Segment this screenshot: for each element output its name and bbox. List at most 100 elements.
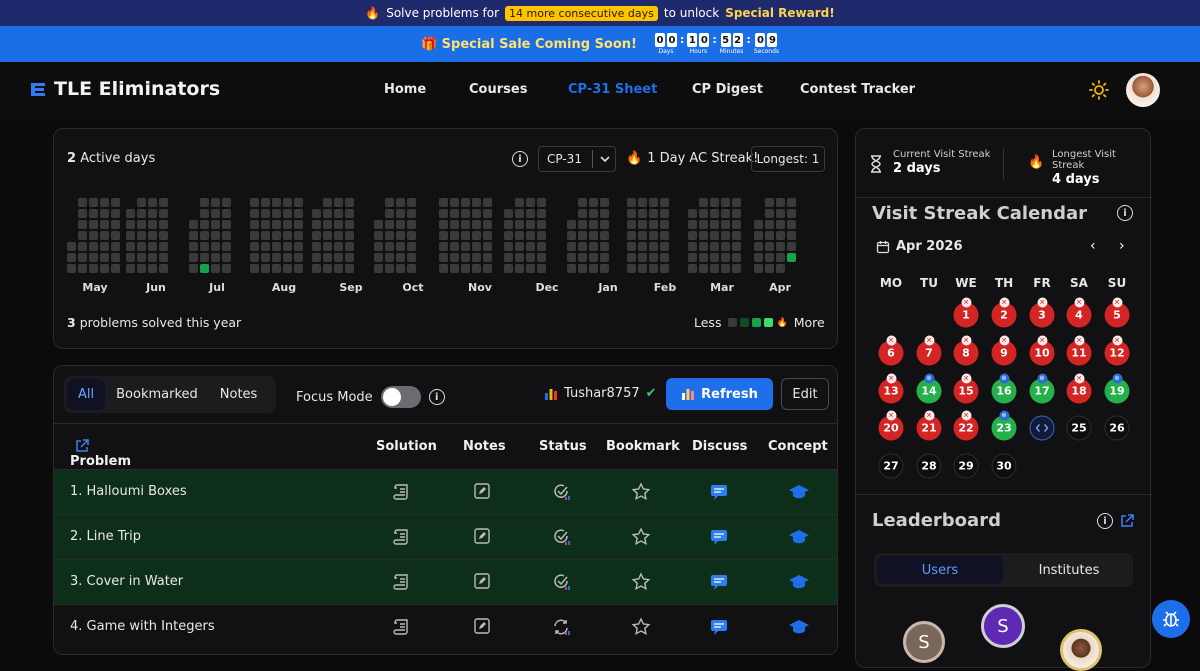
heatmap-cell[interactable] (222, 198, 231, 207)
discuss-chat-icon[interactable] (709, 617, 729, 641)
heatmap-cell[interactable] (222, 231, 231, 240)
heatmap-cell[interactable] (272, 231, 281, 240)
notes-edit-icon[interactable] (473, 482, 491, 504)
heatmap-cell[interactable] (504, 220, 513, 229)
heatmap-cell[interactable] (776, 231, 785, 240)
calendar-day[interactable]: 8 ✕ (953, 335, 979, 366)
heatmap-cell[interactable] (312, 253, 321, 262)
table-row[interactable]: 3. Cover in Water (54, 559, 837, 604)
calendar-day[interactable]: 29 (953, 453, 979, 479)
heatmap-cell[interactable] (688, 253, 697, 262)
heatmap-cell[interactable] (732, 264, 741, 273)
heatmap-cell[interactable] (294, 231, 303, 240)
heatmap-cell[interactable] (537, 264, 546, 273)
heatmap-cell[interactable] (250, 253, 259, 262)
heatmap-cell[interactable] (638, 209, 647, 218)
solution-scroll-icon[interactable] (392, 482, 412, 506)
heatmap-cell[interactable] (515, 220, 524, 229)
heatmap-cell[interactable] (250, 242, 259, 251)
heatmap-cell[interactable] (627, 231, 636, 240)
heatmap-cell[interactable] (200, 264, 209, 273)
heatmap-cell[interactable] (334, 253, 343, 262)
calendar-day[interactable]: 15 ✕ (953, 373, 979, 404)
heatmap-cell[interactable] (407, 198, 416, 207)
calendar-day[interactable]: 22 ✕ (953, 410, 979, 441)
notes-edit-icon[interactable] (473, 527, 491, 549)
heatmap-cell[interactable] (688, 242, 697, 251)
heatmap-cell[interactable] (710, 264, 719, 273)
info-icon[interactable]: i (1097, 513, 1113, 529)
heatmap-cell[interactable] (537, 242, 546, 251)
heatmap-cell[interactable] (137, 242, 146, 251)
bookmark-star-icon[interactable] (631, 617, 651, 641)
heatmap-cell[interactable] (100, 264, 109, 273)
heatmap-cell[interactable] (787, 231, 796, 240)
heatmap-cell[interactable] (472, 253, 481, 262)
heatmap-cell[interactable] (627, 209, 636, 218)
heatmap-cell[interactable] (688, 264, 697, 273)
heatmap-cell[interactable] (334, 242, 343, 251)
avatar[interactable] (1060, 629, 1102, 671)
tab-bookmarked[interactable]: Bookmarked (105, 379, 209, 410)
heatmap-cell[interactable] (710, 242, 719, 251)
heatmap-cell[interactable] (385, 209, 394, 218)
heatmap-cell[interactable] (589, 209, 598, 218)
theme-toggle-sun-icon[interactable] (1089, 80, 1109, 100)
heatmap-cell[interactable] (89, 242, 98, 251)
heatmap-cell[interactable] (137, 231, 146, 240)
heatmap-cell[interactable] (754, 253, 763, 262)
problem-name[interactable]: 4. Game with Integers (70, 619, 215, 634)
heatmap-cell[interactable] (721, 220, 730, 229)
heatmap-cell[interactable] (537, 253, 546, 262)
heatmap-cell[interactable] (222, 264, 231, 273)
heatmap-cell[interactable] (754, 242, 763, 251)
calendar-day[interactable]: 28 (916, 453, 942, 479)
heatmap-cell[interactable] (589, 231, 598, 240)
heatmap-cell[interactable] (483, 220, 492, 229)
heatmap-cell[interactable] (200, 231, 209, 240)
concept-graduation-cap-icon[interactable] (788, 482, 810, 506)
heatmap-cell[interactable] (323, 264, 332, 273)
heatmap-cell[interactable] (189, 264, 198, 273)
heatmap-cell[interactable] (148, 231, 157, 240)
heatmap-cell[interactable] (567, 242, 576, 251)
heatmap-cell[interactable] (600, 264, 609, 273)
heatmap-cell[interactable] (688, 209, 697, 218)
heatmap-cell[interactable] (283, 264, 292, 273)
heatmap-cell[interactable] (732, 220, 741, 229)
heatmap-cell[interactable] (89, 231, 98, 240)
heatmap-cell[interactable] (385, 198, 394, 207)
tab-users[interactable]: Users (877, 556, 1003, 584)
heatmap-cell[interactable] (261, 264, 270, 273)
avatar[interactable]: S (981, 604, 1025, 648)
heatmap-cell[interactable] (283, 198, 292, 207)
heatmap-cell[interactable] (323, 209, 332, 218)
heatmap-cell[interactable] (385, 253, 394, 262)
heatmap-cell[interactable] (294, 220, 303, 229)
heatmap-cell[interactable] (385, 264, 394, 273)
heatmap-cell[interactable] (776, 220, 785, 229)
refresh-button[interactable]: Refresh (666, 378, 773, 410)
heatmap-cell[interactable] (294, 242, 303, 251)
heatmap-cell[interactable] (250, 220, 259, 229)
heatmap-cell[interactable] (78, 253, 87, 262)
heatmap-cell[interactable] (600, 220, 609, 229)
heatmap-cell[interactable] (189, 253, 198, 262)
heatmap-cell[interactable] (688, 220, 697, 229)
heatmap-cell[interactable] (649, 253, 658, 262)
heatmap-cell[interactable] (272, 220, 281, 229)
calendar-day[interactable]: 7 ✕ (916, 335, 942, 366)
heatmap-cell[interactable] (461, 209, 470, 218)
heatmap-cell[interactable] (787, 242, 796, 251)
calendar-day[interactable]: 1 ✕ (953, 297, 979, 328)
status-check-icon[interactable] (551, 482, 571, 506)
heatmap-cell[interactable] (589, 242, 598, 251)
heatmap-cell[interactable] (461, 220, 470, 229)
heatmap-cell[interactable] (699, 209, 708, 218)
heatmap-cell[interactable] (272, 242, 281, 251)
calendar-day[interactable]: 12 ✕ (1104, 335, 1130, 366)
heatmap-cell[interactable] (721, 242, 730, 251)
heatmap-cell[interactable] (765, 209, 774, 218)
heatmap-cell[interactable] (627, 253, 636, 262)
calendar-day[interactable]: 4 ✕ (1066, 297, 1092, 328)
